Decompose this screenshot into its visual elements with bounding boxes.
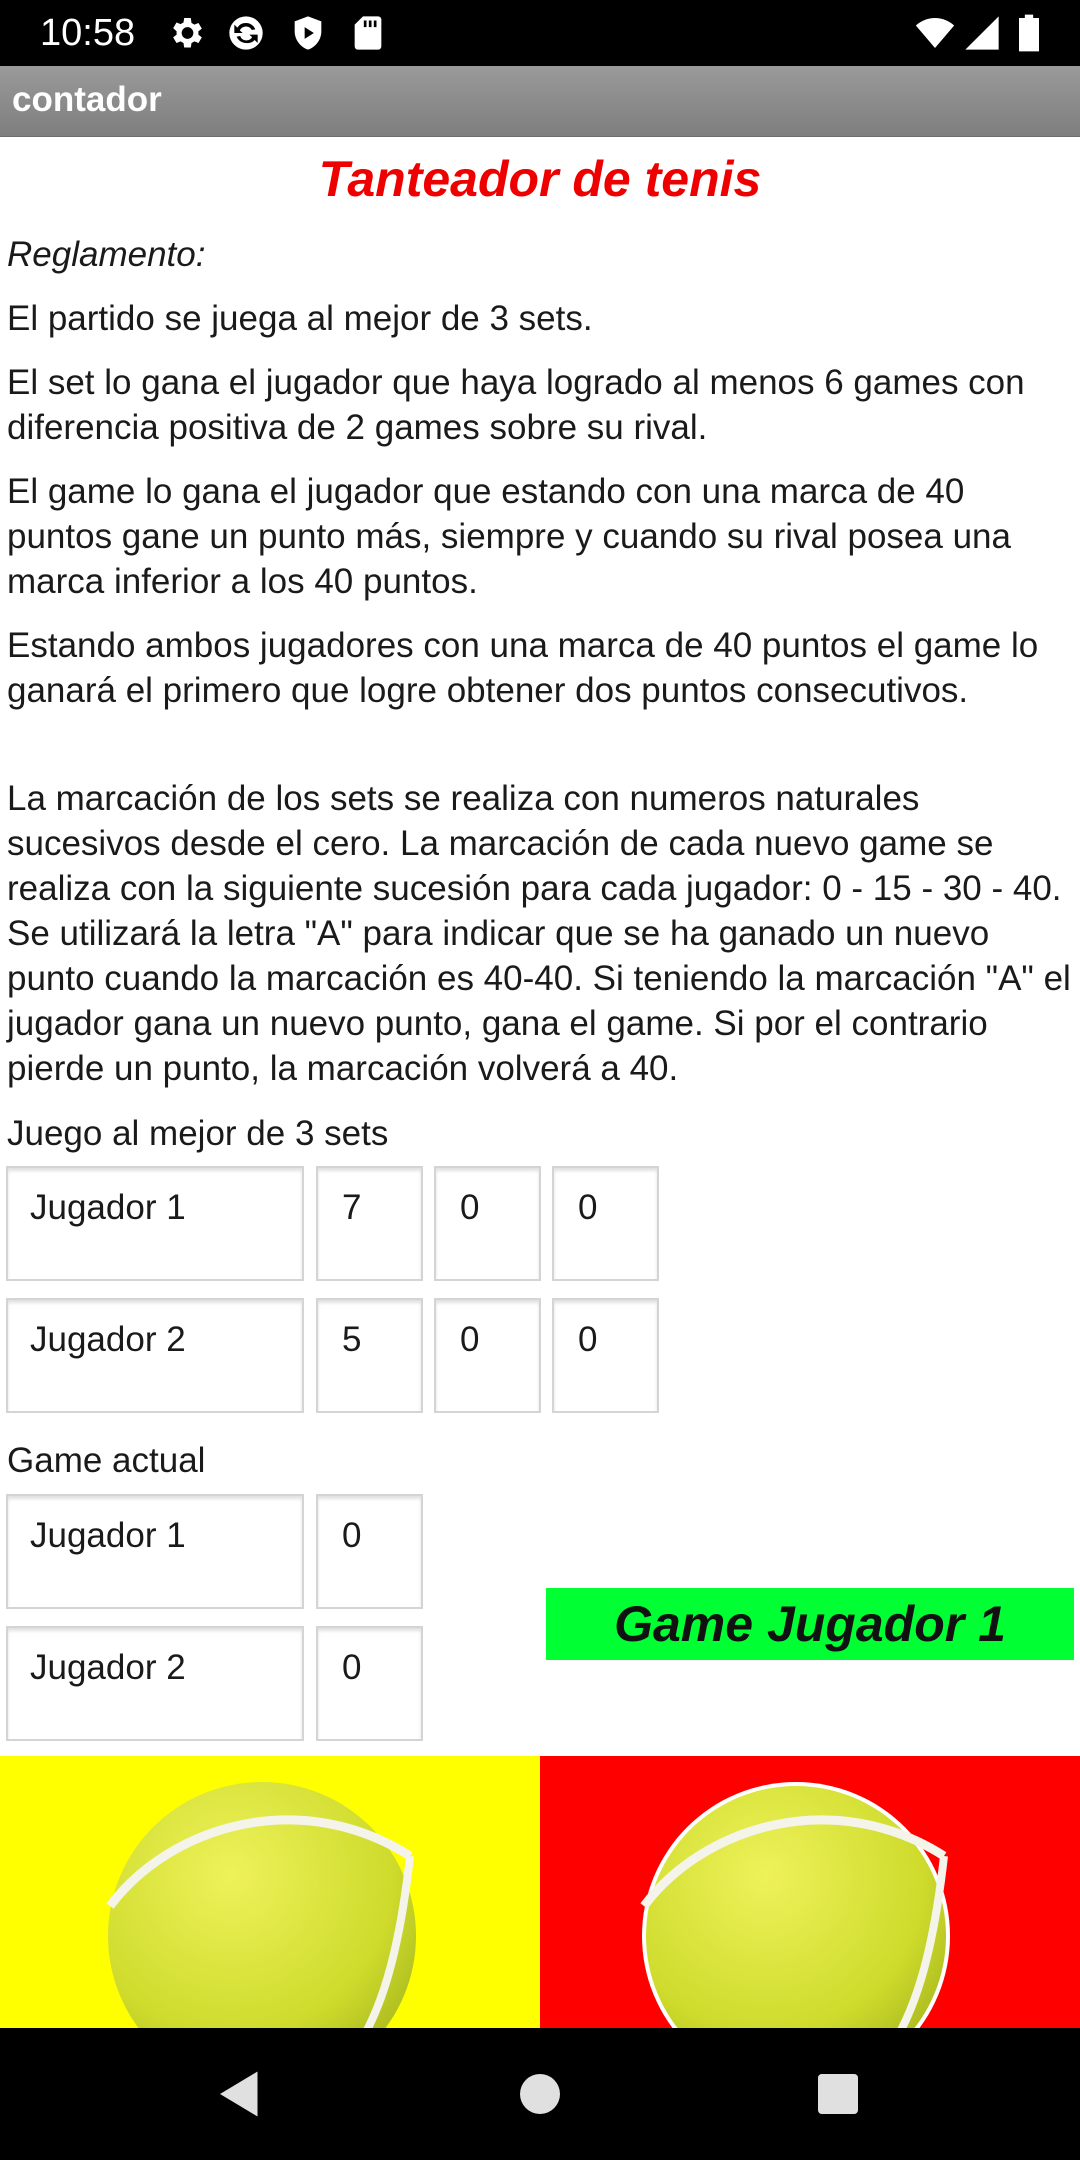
signal-icon [962,13,1002,53]
game-player-1-name-field[interactable]: Jugador 1 [6,1494,304,1609]
sync-icon [226,13,266,53]
player-1-name-field[interactable]: Jugador 1 [6,1166,304,1281]
player-1-set-3-score[interactable]: 0 [552,1166,659,1281]
recents-icon[interactable] [808,2064,868,2124]
app-title: contador [12,80,162,119]
app-bar: contador [0,66,1080,137]
back-icon[interactable] [210,2064,270,2124]
rules-label: Reglamento: [7,235,206,274]
player-2-set-1-score[interactable]: 5 [316,1298,423,1413]
home-icon[interactable] [510,2064,570,2124]
current-game-label: Game actual [7,1441,206,1480]
sets-label: Juego al mejor de 3 sets [7,1114,389,1153]
status-time: 10:58 [40,12,136,54]
gear-icon [166,13,206,53]
rule-paragraph-2: El set lo gana el jugador que haya logra… [7,363,1025,447]
game-winner-banner: Game Jugador 1 [546,1588,1074,1660]
game-player-2-name-field[interactable]: Jugador 2 [6,1626,304,1741]
tennis-ball-icon [106,1782,416,2028]
player-1-set-1-score[interactable]: 7 [316,1166,423,1281]
player-2-name-field[interactable]: Jugador 2 [6,1298,304,1413]
navigation-bar [0,2028,1080,2160]
battery-icon [1014,13,1044,53]
player-2-set-2-score[interactable]: 0 [434,1298,541,1413]
point-player-2-button[interactable] [540,1756,1080,2028]
game-player-1-score[interactable]: 0 [316,1494,423,1609]
play-shield-icon [288,13,328,53]
rule-paragraph-3: El game lo gana el jugador que estando c… [7,472,1011,601]
sd-card-icon [348,13,388,53]
player-1-set-2-score[interactable]: 0 [434,1166,541,1281]
rule-paragraph-4: Estando ambos jugadores con una marca de… [7,626,1039,710]
status-bar: 10:58 [0,0,1080,66]
rule-paragraph-1: El partido se juega al mejor de 3 sets. [7,299,593,338]
game-player-2-score[interactable]: 0 [316,1626,423,1741]
rule-paragraph-5: La marcación de los sets se realiza con … [7,779,1071,1088]
page-title: Tanteador de tenis [318,151,762,207]
tennis-ball-icon [640,1782,950,2028]
wifi-icon [912,13,958,53]
point-player-1-button[interactable] [0,1756,540,2028]
player-2-set-3-score[interactable]: 0 [552,1298,659,1413]
